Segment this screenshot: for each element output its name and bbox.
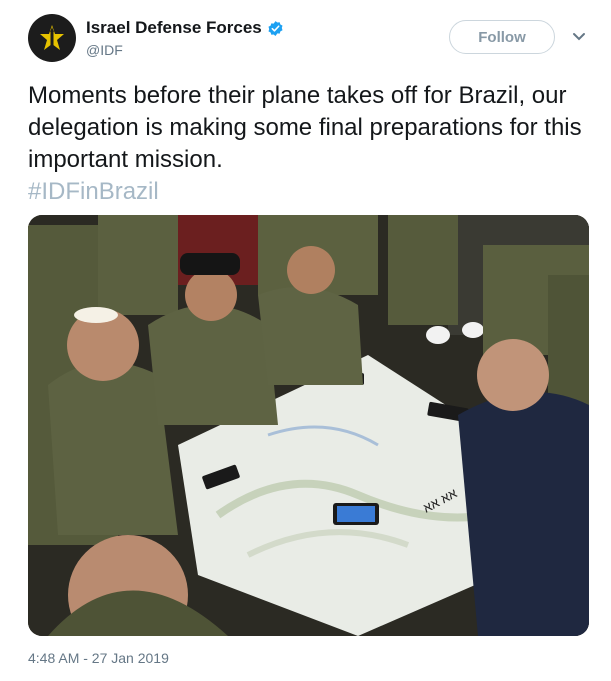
tweet-body: Moments before their plane takes off for… [28, 82, 582, 173]
display-name[interactable]: Israel Defense Forces [86, 18, 262, 38]
follow-button[interactable]: Follow [449, 20, 555, 54]
hashtag-link[interactable]: #IDFinBrazil [28, 176, 588, 208]
timestamp[interactable]: 4:48 AM - 27 Jan 2019 [28, 650, 169, 666]
delegation-photo: ﬡﬡ ﬡﬡ [28, 215, 589, 636]
avatar[interactable] [28, 14, 76, 62]
tweet-text: Moments before their plane takes off for… [28, 80, 588, 208]
tweet-photo[interactable]: ﬡﬡ ﬡﬡ [28, 215, 589, 636]
handle[interactable]: @IDF [86, 42, 284, 58]
idf-emblem-icon [40, 25, 64, 50]
tweet-header: Israel Defense Forces @IDF Follow [28, 14, 588, 66]
chevron-down-icon[interactable] [572, 32, 586, 42]
display-name-row[interactable]: Israel Defense Forces [86, 18, 284, 38]
account-names: Israel Defense Forces @IDF [86, 18, 284, 58]
verified-badge-icon [268, 20, 283, 36]
